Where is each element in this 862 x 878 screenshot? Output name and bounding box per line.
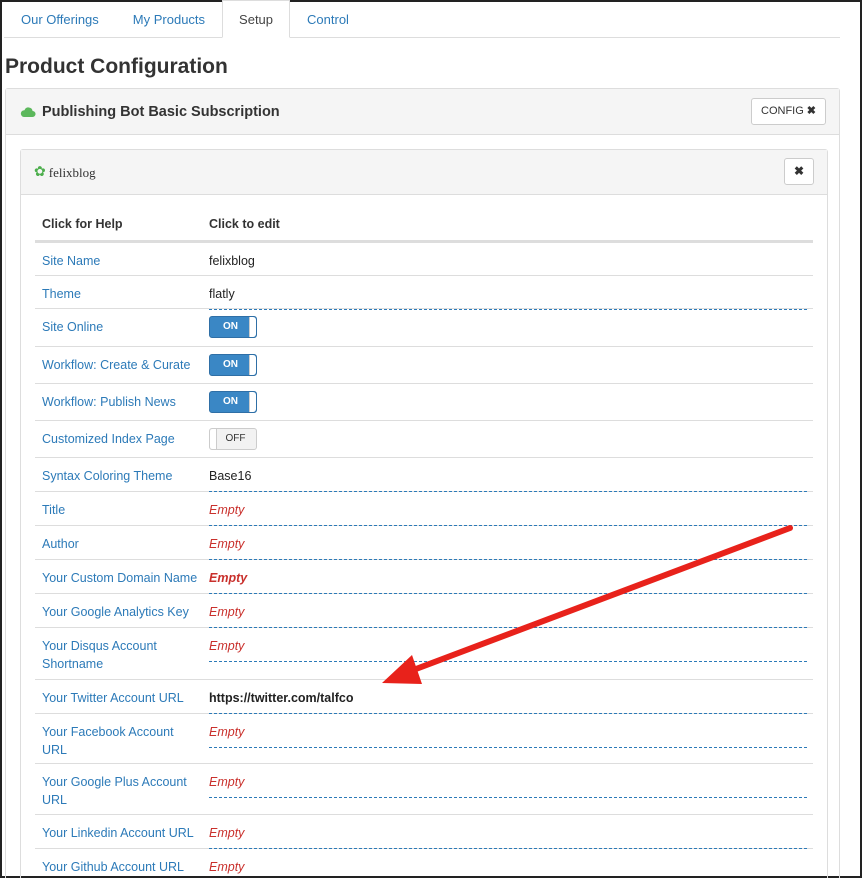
- help-link[interactable]: Workflow: Publish News: [35, 384, 209, 420]
- help-link[interactable]: Syntax Coloring Theme: [35, 458, 209, 491]
- editable-value[interactable]: Empty: [209, 824, 807, 849]
- value-cell: Empty: [209, 815, 813, 849]
- tab-our-offerings[interactable]: Our Offerings: [4, 0, 116, 38]
- tab-control[interactable]: Control: [290, 0, 366, 38]
- editable-value[interactable]: felixblog: [209, 252, 807, 276]
- table-row: Title Empty: [35, 491, 813, 526]
- table-row: Your Github Account URL Empty: [35, 848, 813, 878]
- value-cell: Empty: [209, 764, 813, 814]
- header-help: Click for Help: [42, 217, 123, 231]
- value-cell: Empty: [209, 526, 813, 560]
- editable-value[interactable]: Empty: [209, 637, 807, 662]
- editable-value[interactable]: Empty: [209, 603, 807, 628]
- toggle-label: ON: [223, 321, 238, 332]
- value-cell: OFF: [209, 421, 813, 457]
- help-link[interactable]: Your Google Plus Account URL: [35, 764, 209, 814]
- editable-value[interactable]: https://twitter.com/talfco: [209, 689, 807, 714]
- table-body: Site Name felixblog Theme flatly Site Online…: [35, 242, 813, 878]
- help-link[interactable]: Your Twitter Account URL: [35, 680, 209, 713]
- help-link[interactable]: Author: [35, 526, 209, 559]
- help-link[interactable]: Site Online: [35, 309, 209, 346]
- table-row: Your Linkedin Account URL Empty: [35, 814, 813, 849]
- config-button-label: CONFIG: [761, 105, 804, 117]
- value-cell: ON: [209, 384, 813, 420]
- help-link[interactable]: Your Google Analytics Key: [35, 594, 209, 627]
- value-cell: Empty: [209, 628, 813, 679]
- toggle-switch[interactable]: ON: [209, 316, 257, 338]
- table-row: Workflow: Create & Curate ON: [35, 346, 813, 383]
- toggle-switch[interactable]: OFF: [209, 428, 257, 450]
- value-cell: ON: [209, 347, 813, 383]
- help-link[interactable]: Theme: [35, 276, 209, 308]
- gear-icon: ✿: [34, 165, 46, 180]
- toggle-switch[interactable]: ON: [209, 354, 257, 376]
- editable-value[interactable]: Empty: [209, 569, 807, 594]
- editable-value[interactable]: flatly: [209, 285, 807, 310]
- help-link[interactable]: Customized Index Page: [35, 421, 209, 457]
- value-cell: Empty: [209, 492, 813, 526]
- value-cell: https://twitter.com/talfco: [209, 680, 813, 714]
- value-cell: Empty: [209, 849, 813, 878]
- help-link[interactable]: Your Disqus Account Shortname: [35, 628, 209, 679]
- value-cell: flatly: [209, 276, 813, 310]
- help-link[interactable]: Your Facebook Account URL: [35, 714, 209, 763]
- site-title: ✿ felixblog: [34, 164, 96, 181]
- close-icon: ✖: [793, 164, 805, 178]
- help-link[interactable]: Site Name: [35, 243, 209, 275]
- help-link[interactable]: Workflow: Create & Curate: [35, 347, 209, 383]
- table-row: Your Google Plus Account URL Empty: [35, 763, 813, 814]
- editable-value[interactable]: Empty: [209, 535, 807, 560]
- table-row: Your Disqus Account Shortname Empty: [35, 627, 813, 679]
- config-button[interactable]: CONFIG ✖: [751, 98, 826, 125]
- value-cell: Base16: [209, 458, 813, 492]
- site-panel-header: ✿ felixblog ✖: [21, 150, 827, 195]
- toggle-switch[interactable]: ON: [209, 391, 257, 413]
- table-row: Your Google Analytics Key Empty: [35, 593, 813, 628]
- editable-value[interactable]: Empty: [209, 858, 807, 878]
- help-link[interactable]: Your Custom Domain Name: [35, 560, 209, 593]
- value-cell: Empty: [209, 594, 813, 628]
- subscription-title-text: Publishing Bot Basic Subscription: [42, 104, 280, 120]
- editable-value[interactable]: Empty: [209, 501, 807, 526]
- page-title: Product Configuration: [5, 55, 228, 78]
- toggle-label: ON: [223, 396, 238, 407]
- editable-value[interactable]: Empty: [209, 723, 807, 748]
- value-cell: ON: [209, 309, 813, 346]
- table-row: Theme flatly: [35, 275, 813, 310]
- help-link[interactable]: Title: [35, 492, 209, 525]
- tab-setup[interactable]: Setup: [222, 0, 291, 38]
- header-edit: Click to edit: [209, 217, 280, 231]
- subscription-title: Publishing Bot Basic Subscription: [20, 104, 280, 120]
- table-row: Site Online ON: [35, 308, 813, 346]
- site-panel: ✿ felixblog ✖ Click for Help Click to ed…: [20, 149, 828, 878]
- toggle-label: OFF: [225, 433, 246, 444]
- close-icon: ✖: [806, 105, 816, 117]
- nav-tabs: Our Offerings My Products Setup Control: [4, 0, 840, 38]
- table-header: Click for Help Click to edit: [35, 208, 813, 242]
- toggle-label: ON: [223, 359, 238, 370]
- help-link[interactable]: Your Linkedin Account URL: [35, 815, 209, 848]
- value-cell: Empty: [209, 560, 813, 594]
- subscription-panel-header: Publishing Bot Basic Subscription CONFIG…: [6, 89, 839, 135]
- value-cell: Empty: [209, 714, 813, 763]
- table-row: Site Name felixblog: [35, 242, 813, 275]
- help-link[interactable]: Your Github Account URL: [35, 849, 209, 878]
- table-row: Author Empty: [35, 525, 813, 560]
- table-row: Your Twitter Account URL https://twitter.…: [35, 679, 813, 714]
- subscription-panel: Publishing Bot Basic Subscription CONFIG…: [5, 88, 840, 878]
- config-table: Click for Help Click to edit Site Name fe…: [35, 208, 813, 878]
- editable-value[interactable]: Empty: [209, 773, 807, 798]
- value-cell: felixblog: [209, 243, 813, 275]
- cloud-icon: [20, 107, 36, 118]
- table-row: Your Facebook Account URL Empty: [35, 713, 813, 763]
- tab-my-products[interactable]: My Products: [116, 0, 222, 38]
- table-row: Customized Index Page OFF: [35, 420, 813, 457]
- table-row: Your Custom Domain Name Empty: [35, 559, 813, 594]
- site-title-text: felixblog: [48, 164, 96, 180]
- editable-value[interactable]: Base16: [209, 467, 807, 492]
- table-row: Workflow: Publish News ON: [35, 383, 813, 420]
- close-button[interactable]: ✖: [784, 158, 814, 185]
- table-row: Syntax Coloring Theme Base16: [35, 457, 813, 492]
